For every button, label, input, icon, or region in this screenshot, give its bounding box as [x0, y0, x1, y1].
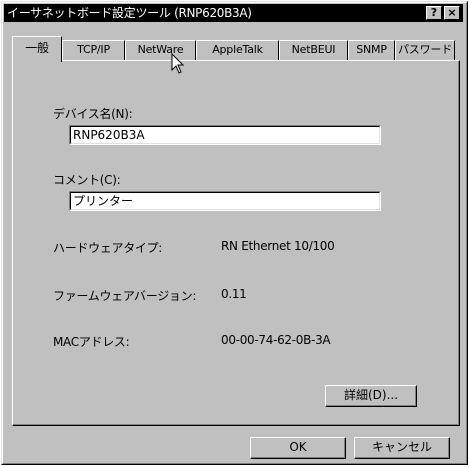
- firmware-version-value: 0.11: [221, 287, 247, 301]
- hardware-type-value: RN Ethernet 10/100: [221, 239, 335, 253]
- mac-address-label: MACアドレス:: [53, 335, 130, 349]
- dialog-window: イーサネットボード設定ツール (RNP620B3A) ? × 一般 TCP/IP…: [1, 1, 468, 465]
- tab-general[interactable]: 一般: [12, 36, 62, 62]
- comment-value: プリンター: [73, 194, 134, 208]
- tab-netbeui[interactable]: NetBEUI: [279, 40, 348, 60]
- cancel-button[interactable]: キャンセル: [354, 437, 450, 459]
- device-name-field[interactable]: RNP620B3A: [69, 125, 381, 145]
- details-button-label: 詳細(D)...: [343, 388, 399, 402]
- device-name-value: RNP620B3A: [73, 128, 145, 142]
- close-button[interactable]: ×: [444, 6, 460, 20]
- tab-panel-general: デバイス名(N): RNP620B3A コメント(C): プリンター ハードウェ…: [12, 60, 460, 426]
- window-title: イーサネットボード設定ツール (RNP620B3A): [7, 6, 252, 20]
- tab-snmp[interactable]: SNMP: [348, 40, 395, 60]
- hardware-type-label: ハードウェアタイプ:: [53, 241, 163, 255]
- cancel-button-label: キャンセル: [371, 440, 432, 454]
- tab-appletalk[interactable]: AppleTalk: [196, 40, 279, 60]
- tab-tcpip[interactable]: TCP/IP: [62, 40, 125, 60]
- tab-password[interactable]: パスワード: [395, 40, 455, 60]
- device-name-label: デバイス名(N):: [53, 107, 133, 121]
- ok-button-label: OK: [289, 440, 307, 454]
- comment-field[interactable]: プリンター: [69, 191, 381, 211]
- help-button[interactable]: ?: [426, 6, 442, 20]
- tab-netware[interactable]: NetWare: [125, 40, 196, 60]
- arrow-cursor-icon: [171, 53, 185, 74]
- ok-button[interactable]: OK: [250, 437, 346, 459]
- title-bar[interactable]: イーサネットボード設定ツール (RNP620B3A) ? ×: [4, 4, 463, 22]
- comment-label: コメント(C):: [53, 173, 121, 187]
- details-button[interactable]: 詳細(D)...: [325, 385, 417, 407]
- mac-address-value: 00-00-74-62-0B-3A: [221, 333, 331, 347]
- firmware-version-label: ファームウェアバージョン:: [53, 289, 197, 303]
- tab-strip: 一般 TCP/IP NetWare AppleTalk NetBEUI SNMP…: [12, 36, 455, 62]
